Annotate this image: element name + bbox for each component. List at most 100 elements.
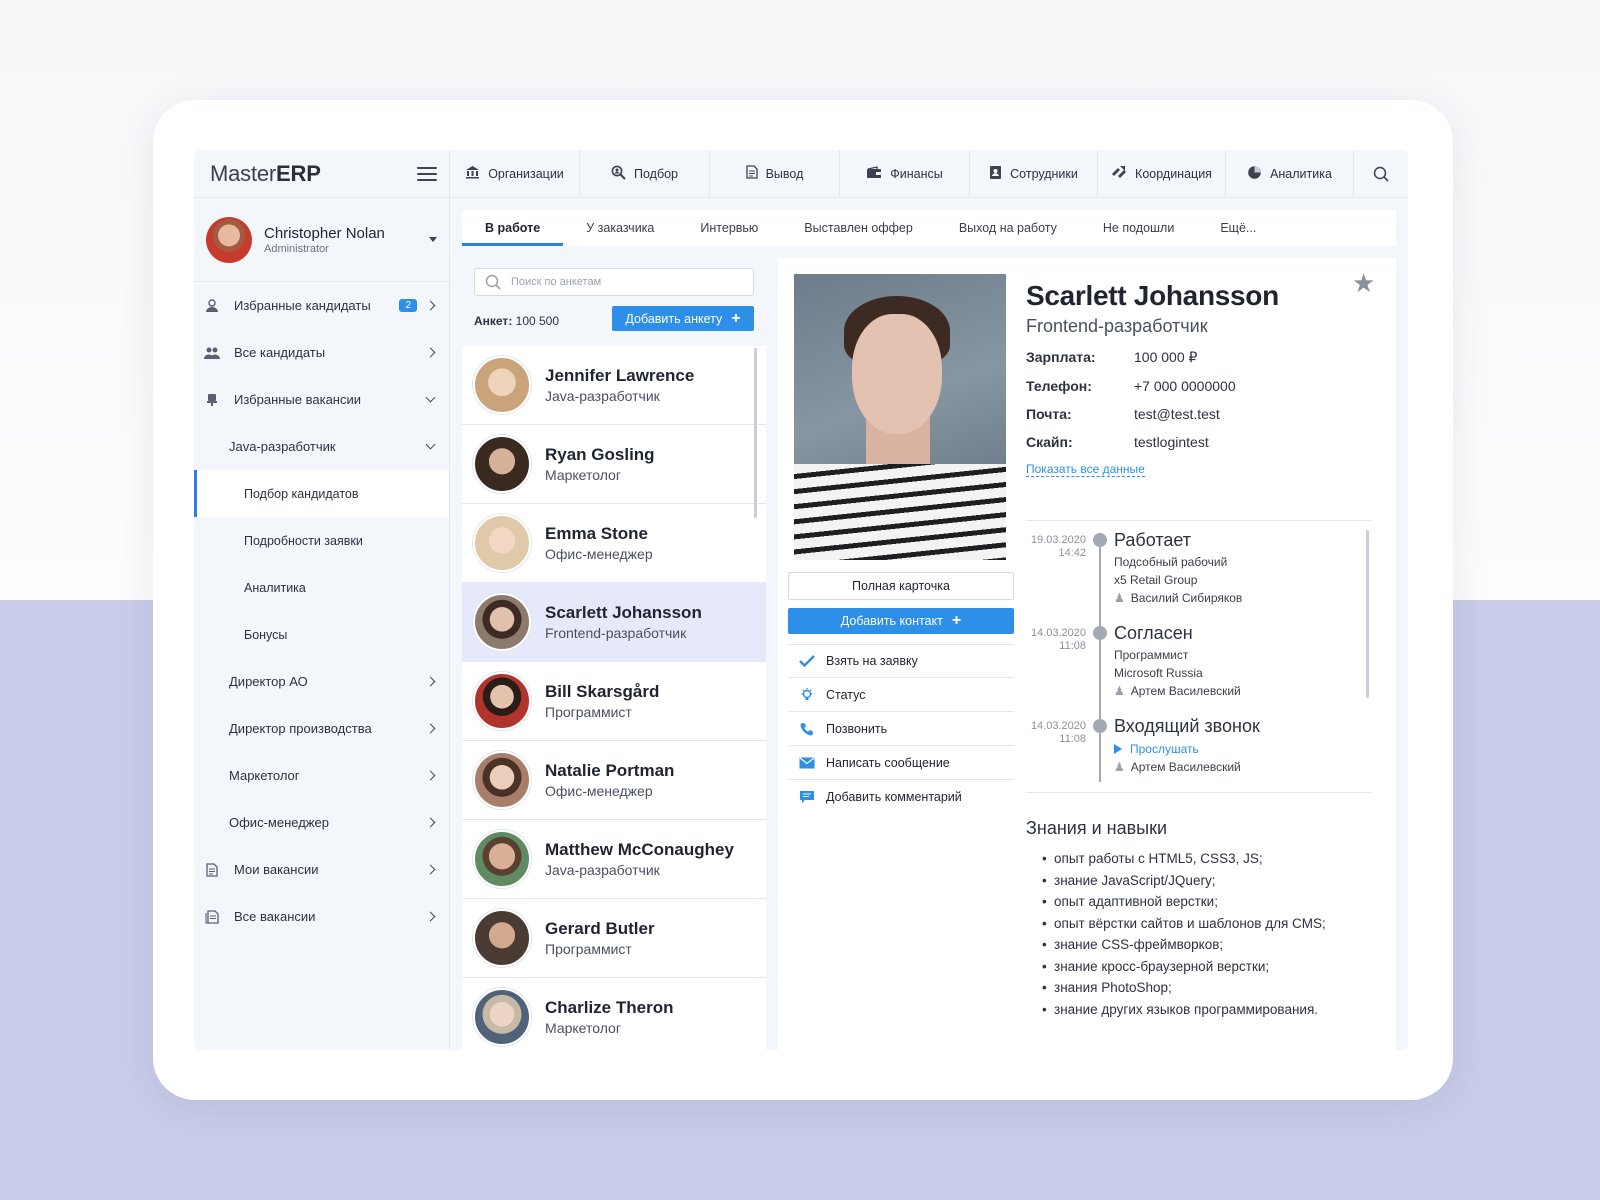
list-item[interactable]: Bill Skarsgård Программист [462, 662, 766, 741]
skill-item: знание CSS-фреймворков; [1026, 937, 1386, 952]
timeline-scrollbar[interactable] [1366, 530, 1369, 698]
field-skype: Скайп: testlogintest [1026, 434, 1209, 450]
tab-interview[interactable]: Интервью [677, 210, 781, 246]
candidate-role: Офис-менеджер [545, 783, 653, 799]
people-icon [204, 345, 220, 361]
list-item[interactable]: Emma Stone Офис-менеджер [462, 504, 766, 583]
nav-output[interactable]: Вывод [710, 150, 840, 197]
list-item[interactable]: Charlize Theron Маркетолог [462, 978, 766, 1050]
candidate-name: Bill Skarsgård [545, 682, 660, 701]
sidebar-item-request-details[interactable]: Подробности заявки [194, 517, 449, 564]
candidate-name: Emma Stone [545, 524, 648, 543]
nav-employees[interactable]: Сотрудники [970, 150, 1098, 197]
list-item-selected[interactable]: Scarlett Johansson Frontend-разработчик [462, 583, 766, 662]
list-item[interactable]: Gerard Butler Программист [462, 899, 766, 978]
sidebar-item-my-vacancies[interactable]: Мои вакансии [194, 846, 449, 893]
chevron-down-icon[interactable] [429, 237, 437, 242]
candidate-role: Java-разработчик [545, 388, 660, 404]
nav-coordination[interactable]: Координация [1098, 150, 1226, 197]
sidebar-item-java-developer[interactable]: Java-разработчик [194, 423, 449, 470]
list-scrollbar[interactable] [754, 348, 757, 518]
profile-count: Анкет: 100 500 [474, 314, 560, 328]
show-all-data-link[interactable]: Показать все данные [1026, 462, 1145, 477]
search-input[interactable] [511, 276, 751, 288]
sidebar-item-label: Офис-менеджер [229, 815, 329, 830]
hamburger-menu-icon[interactable] [417, 166, 437, 181]
field-phone: Телефон: +7 000 0000000 [1026, 378, 1236, 394]
app-logo[interactable]: MasterERP [210, 161, 321, 187]
bulb-icon [798, 687, 816, 703]
candidate-name: Gerard Butler [545, 919, 655, 938]
sidebar-item-label: Избранные вакансии [234, 392, 362, 407]
candidate-role: Маркетолог [545, 467, 621, 483]
nav-analytics[interactable]: Аналитика [1226, 150, 1354, 197]
tab-at-customer[interactable]: У заказчика [563, 210, 677, 246]
tab-more[interactable]: Ещё... [1197, 210, 1279, 246]
tab-not-suitable[interactable]: Не подошли [1080, 210, 1197, 246]
contacts-icon [989, 165, 1002, 183]
tab-in-progress[interactable]: В работе [462, 210, 564, 246]
chevron-right-icon [425, 676, 436, 687]
comment-icon [798, 790, 816, 804]
sidebar-item-all-vacancies[interactable]: Все вакансии [194, 893, 449, 940]
add-profile-button[interactable]: Добавить анкету + [612, 306, 754, 331]
listen-link[interactable]: Прослушать [1114, 742, 1260, 756]
candidate-detail: Полная карточка Добавить контакт + Взять … [778, 258, 1396, 1050]
call-action[interactable]: Позвонить [788, 712, 1014, 746]
tab-offer[interactable]: Выставлен оффер [781, 210, 936, 246]
avatar [473, 751, 531, 809]
skills-list: опыт работы с HTML5, CSS3, JS; знание Ja… [1026, 851, 1386, 1017]
event-user: ♟ Артем Василевский [1114, 684, 1241, 698]
sidebar-item-office-manager[interactable]: Офис-менеджер [194, 799, 449, 846]
nav-label: Организации [488, 166, 564, 181]
person-icon: ♟ [1114, 684, 1125, 698]
sidebar-item-production-director[interactable]: Директор производства [194, 705, 449, 752]
avatar [473, 435, 531, 493]
skill-item: знание других языков программирования. [1026, 1002, 1386, 1017]
sidebar-item-analytics[interactable]: Аналитика [194, 564, 449, 611]
sidebar-item-favorite-vacancies[interactable]: Избранные вакансии [194, 376, 449, 423]
list-item[interactable]: Natalie Portman Офис-менеджер [462, 741, 766, 820]
wallet-icon [866, 165, 882, 182]
list-item[interactable]: Jennifer Lawrence Java-разработчик [462, 346, 766, 425]
field-salary: Зарплата: 100 000 ₽ [1026, 349, 1198, 365]
nav-label: Координация [1135, 166, 1212, 181]
chevron-down-icon [425, 439, 436, 450]
full-card-button[interactable]: Полная карточка [788, 572, 1014, 600]
add-contact-button[interactable]: Добавить контакт + [788, 608, 1014, 634]
sidebar-item-label: Подбор кандидатов [244, 486, 359, 501]
list-item[interactable]: Matthew McConaughey Java-разработчик [462, 820, 766, 899]
count-badge: 2 [399, 299, 417, 312]
nav-organizations[interactable]: Организации [450, 150, 580, 197]
avatar [473, 593, 531, 651]
avatar [473, 514, 531, 572]
top-navigation: Организации Подбор Вывод Финансы Сотрудн… [450, 150, 1408, 198]
nav-finances[interactable]: Финансы [840, 150, 970, 197]
sidebar-item-all-candidates[interactable]: Все кандидаты [194, 329, 449, 376]
send-message-action[interactable]: Написать сообщение [788, 746, 1014, 780]
user-profile[interactable]: Christopher Nolan Administrator [194, 198, 449, 282]
action-label: Написать сообщение [826, 755, 950, 770]
search-icon[interactable] [1354, 150, 1408, 197]
sidebar-item-marketer[interactable]: Маркетолог [194, 752, 449, 799]
candidate-role: Frontend-разработчик [545, 625, 687, 641]
sidebar-item-bonuses[interactable]: Бонусы [194, 611, 449, 658]
pie-chart-icon [1247, 165, 1262, 183]
event-title: Согласен [1114, 623, 1193, 643]
sidebar-item-label: Подробности заявки [244, 533, 363, 548]
list-item[interactable]: Ryan Gosling Маркетолог [462, 425, 766, 504]
sidebar-item-director-ao[interactable]: Директор АО [194, 658, 449, 705]
sidebar-item-candidate-selection[interactable]: Подбор кандидатов [194, 470, 449, 517]
sidebar-item-favorite-candidates[interactable]: Избранные кандидаты 2 [194, 282, 449, 329]
add-comment-action[interactable]: Добавить комментарий [788, 780, 1014, 814]
take-request-action[interactable]: Взять на заявку [788, 644, 1014, 678]
sidebar-item-label: Директор АО [229, 674, 308, 689]
event-detail: Программист [1114, 648, 1189, 662]
status-action[interactable]: Статус [788, 678, 1014, 712]
tab-start-work[interactable]: Выход на работу [936, 210, 1080, 246]
activity-timeline: 19.03.2020 14:42 Работает Подсобный рабоч… [1026, 530, 1372, 786]
nav-recruitment[interactable]: Подбор [580, 150, 710, 197]
event-title: Входящий звонок [1114, 716, 1260, 736]
user-role: Administrator [264, 242, 329, 255]
bank-icon [465, 165, 480, 182]
